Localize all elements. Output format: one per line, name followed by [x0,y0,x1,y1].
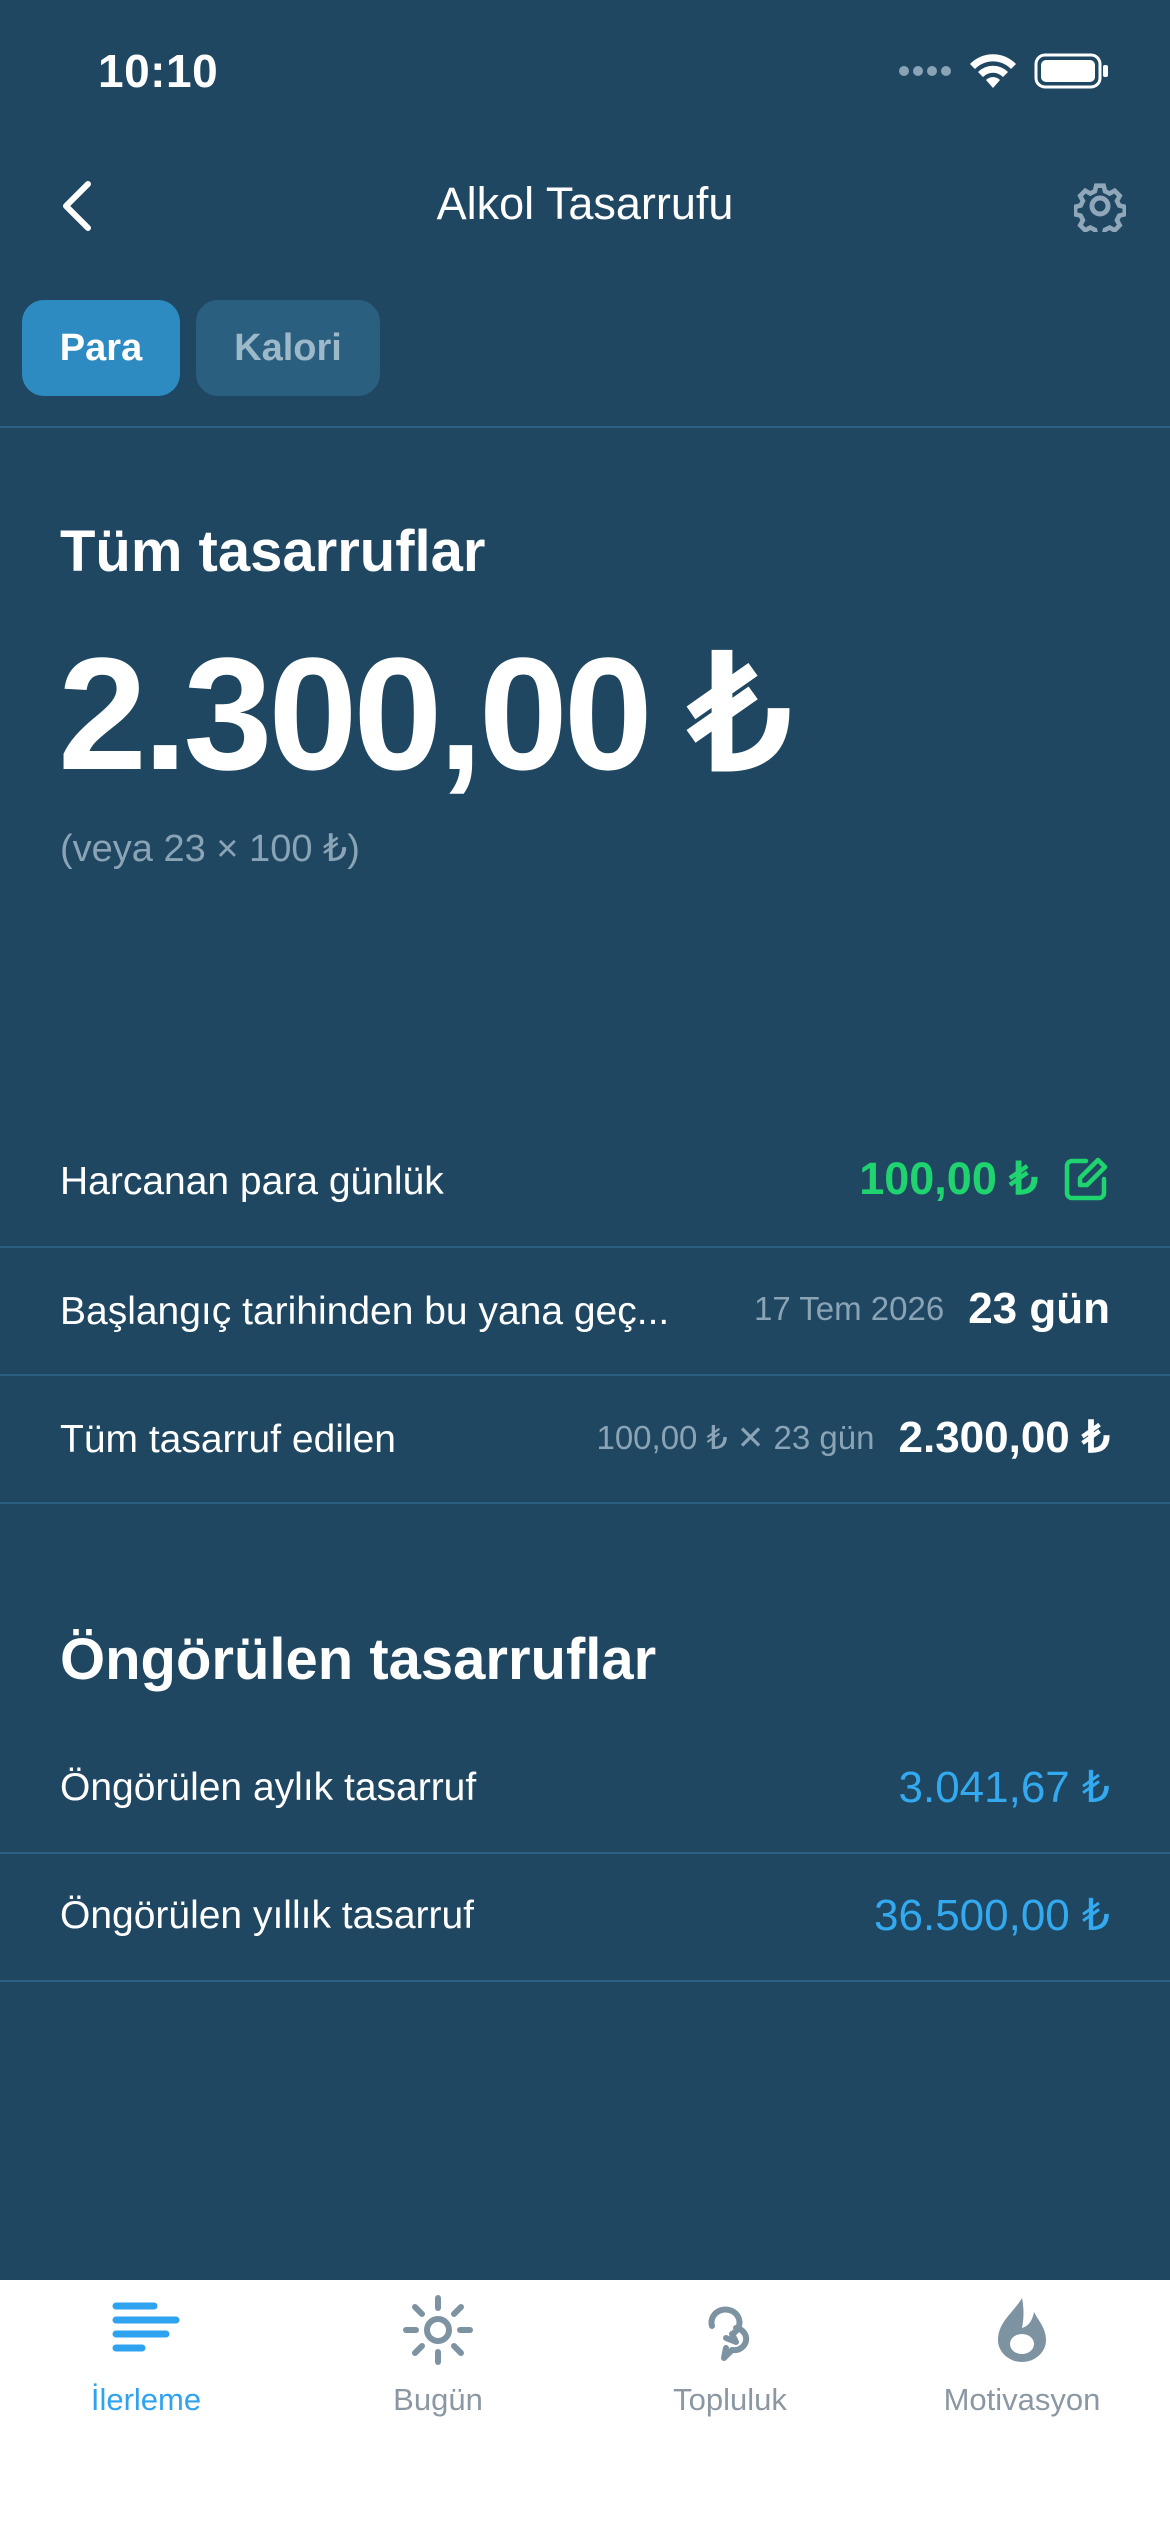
total-saved-formula: 100,00 ₺ ✕ 23 gün [596,1419,875,1456]
status-time: 10:10 [98,45,219,97]
daily-spend-label: Harcanan para günlük [60,1160,444,1203]
projected-yearly-group: 36.500,00 ₺ [874,1890,1110,1941]
tab-kalori[interactable]: Kalori [196,300,380,396]
tabbar-label: Motivasyon [943,2382,1101,2417]
divider [0,1374,1170,1376]
daily-spend-value: 100,00 ₺ [859,1153,1038,1204]
tabbar-label: Bugün [393,2382,483,2417]
tabbar-label: İlerleme [90,2382,202,2417]
wifi-icon [970,54,1016,88]
motivation-flame-icon [998,2298,1046,2362]
divider [0,1502,1170,1504]
gear-icon[interactable] [1074,180,1126,232]
tabbar-item-progress[interactable]: İlerleme [0,2292,292,2418]
status-icons [898,52,1110,90]
edit-icon[interactable] [1062,1155,1110,1203]
divider [0,1852,1170,1854]
total-savings-amount: 2.300,00 ₺ [58,624,791,803]
daily-spend-value-group[interactable]: 100,00 ₺ [859,1152,1110,1205]
since-start-label: Başlangıç tarihinden bu yana geç... [60,1290,670,1333]
tab-para[interactable]: Para [22,300,180,396]
tabbar-item-motivation[interactable]: Motivasyon [876,2292,1168,2418]
total-savings-title: Tüm tasarruflar [60,519,486,584]
divider [0,426,1170,428]
sun-icon [403,2295,473,2365]
page-title: Alkol Tasarrufu [436,178,734,229]
battery-icon [1034,53,1108,89]
savings-breakdown-note: (veya 23 × 100 ₺) [60,828,360,870]
projected-monthly-group: 3.041,67 ₺ [899,1762,1111,1813]
divider [0,1246,1170,1248]
days-count: 23 gün [968,1284,1110,1333]
since-start-value-group: 17 Tem 2026 23 gün [754,1284,1110,1334]
total-saved-value-group: 100,00 ₺ ✕ 23 gün 2.300,00 ₺ [596,1412,1110,1463]
projected-monthly-value: 3.041,67 ₺ [898,1763,1111,1812]
total-saved-label: Tüm tasarruf edilen [60,1418,396,1461]
tabbar-item-today[interactable]: Bugün [292,2292,584,2418]
tabbar-label: Topluluk [673,2382,787,2417]
tabbar-item-community[interactable]: Topluluk [584,2292,876,2418]
community-chat-icon [708,2306,750,2361]
projected-savings-title: Öngörülen tasarruflar [60,1627,657,1692]
projected-yearly-label: Öngörülen yıllık tasarruf [60,1894,475,1937]
start-date: 17 Tem 2026 [754,1290,945,1327]
projected-yearly-value: 36.500,00 ₺ [874,1891,1110,1940]
progress-bars-icon [112,2302,180,2352]
divider [0,1980,1170,1982]
projected-monthly-label: Öngörülen aylık tasarruf [60,1766,477,1809]
signal-icon [899,66,951,76]
total-saved-value: 2.300,00 ₺ [898,1413,1111,1462]
